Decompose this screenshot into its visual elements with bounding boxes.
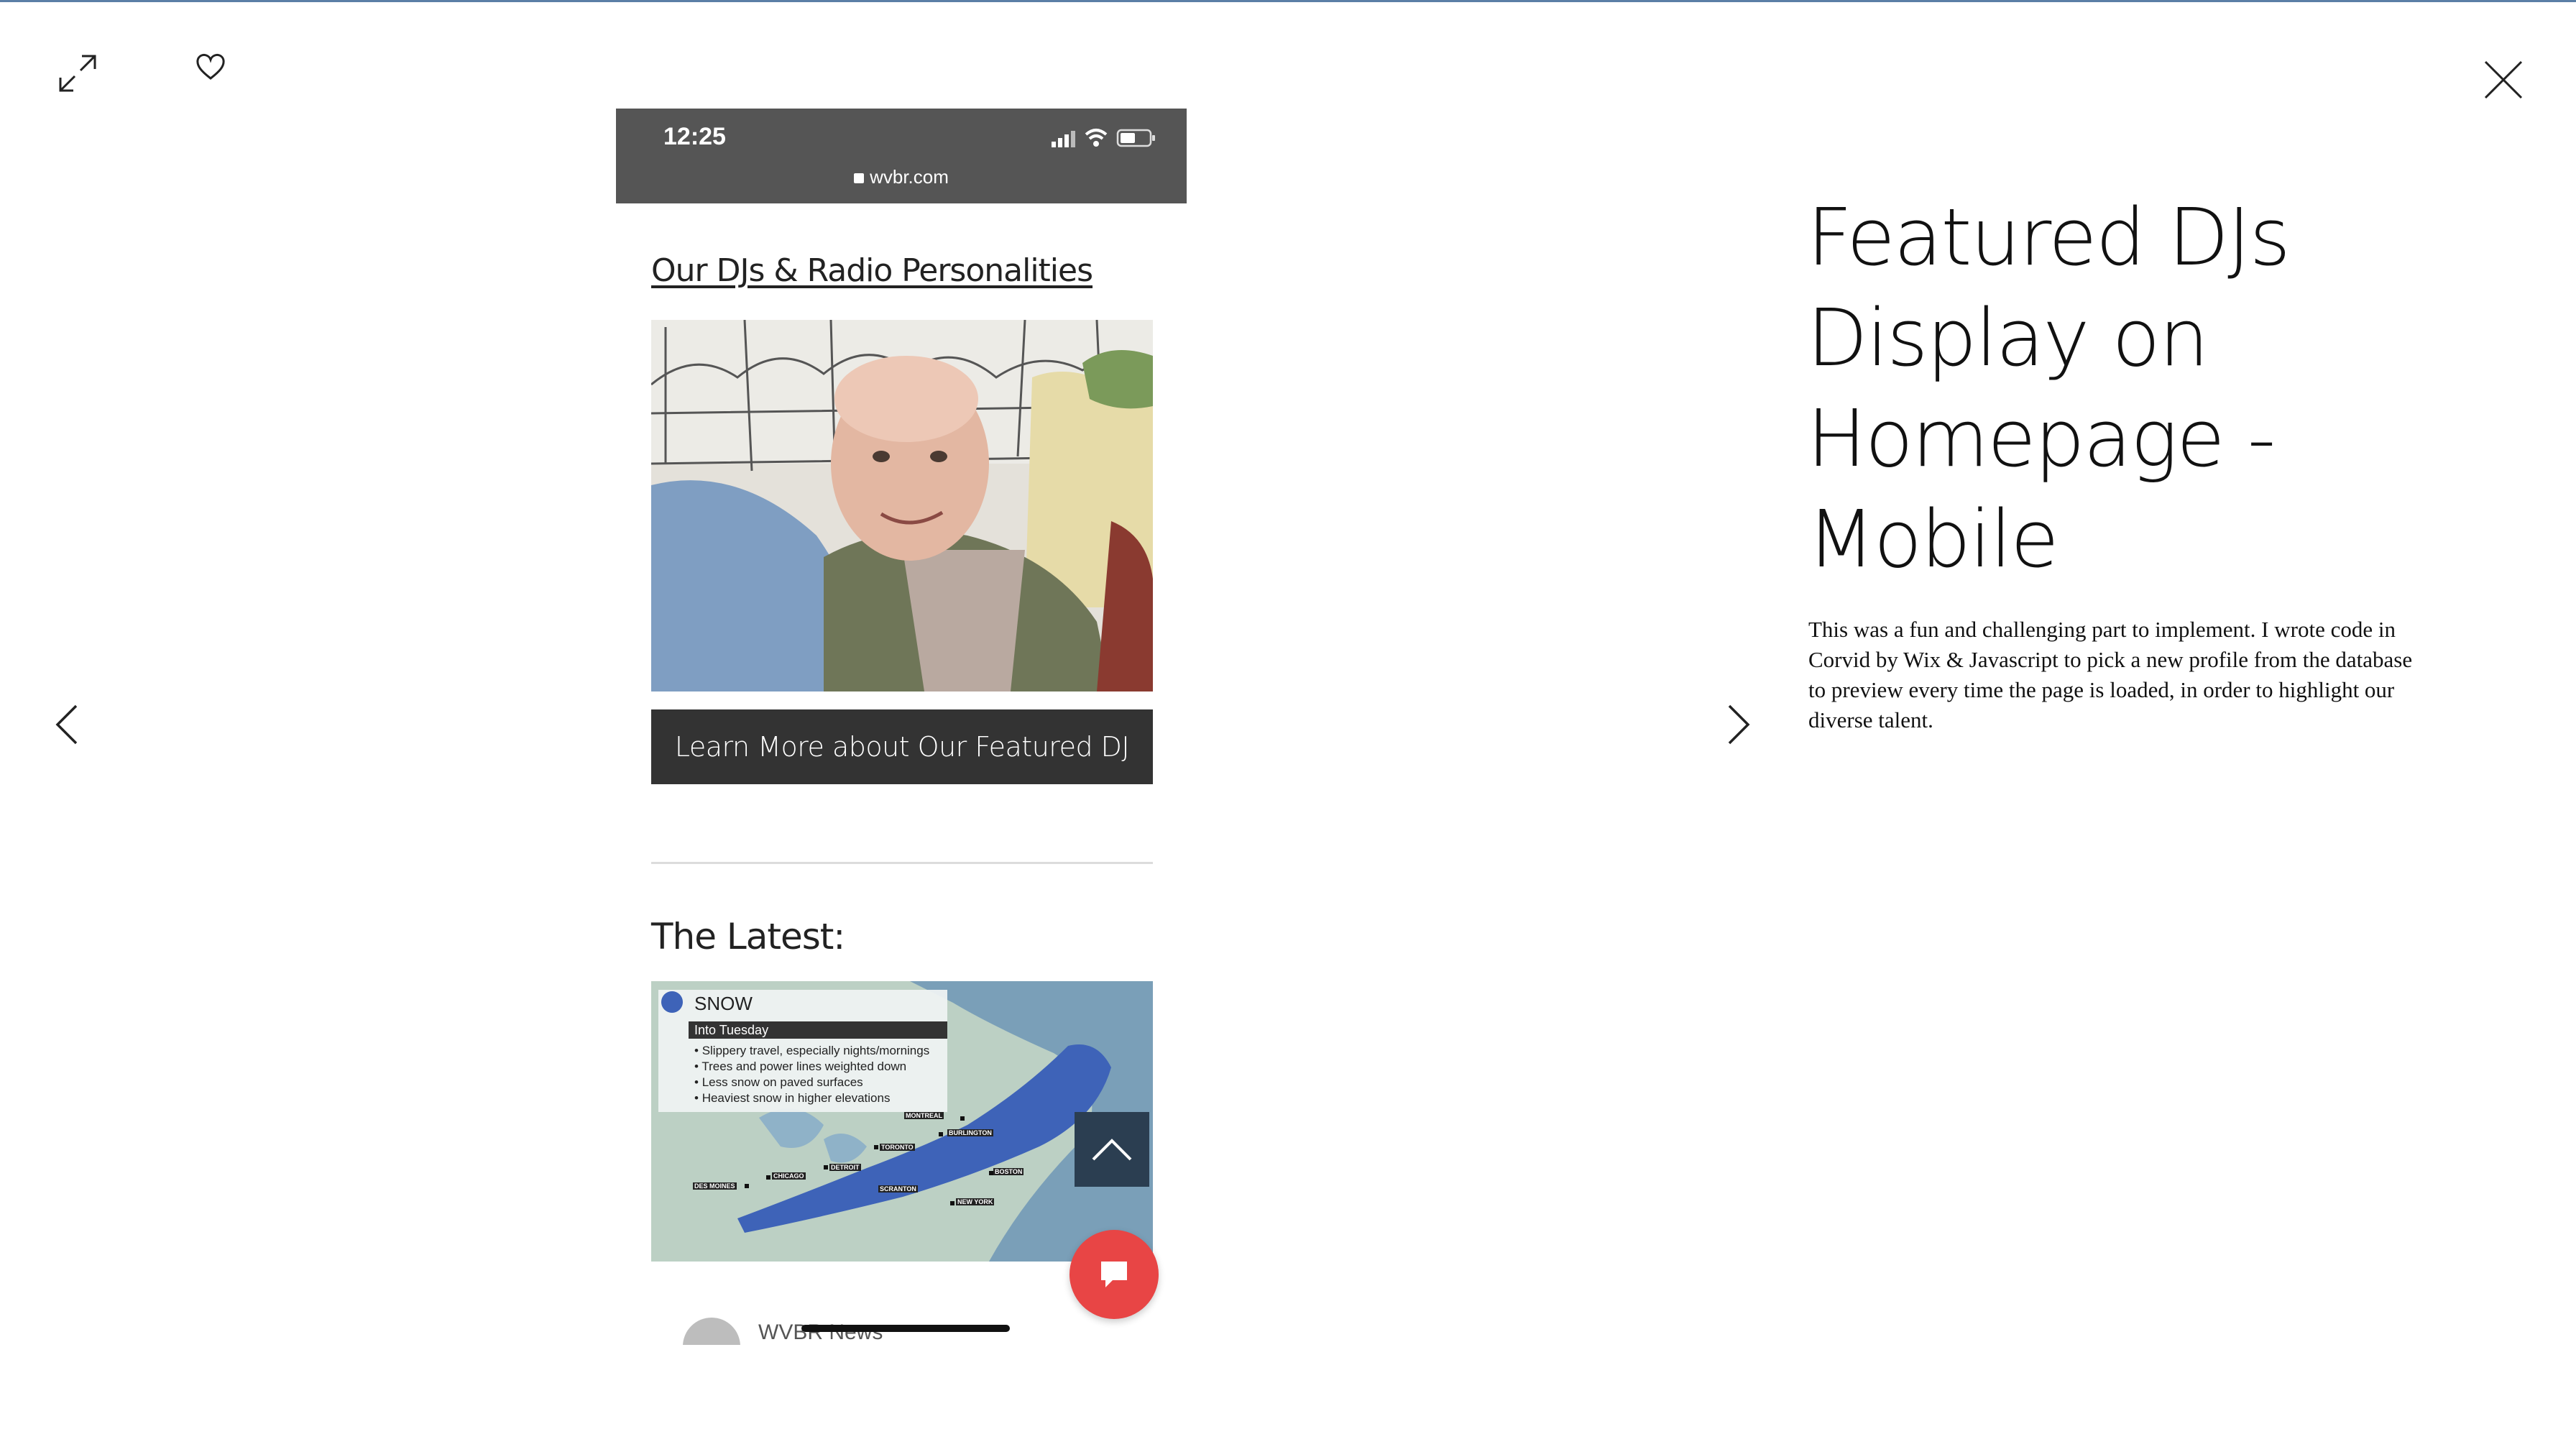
news-post-row[interactable]: WVBR News	[616, 1302, 1187, 1345]
project-description: This was a fun and challenging part to i…	[1808, 617, 2413, 732]
city-label: BURLINGTON	[947, 1129, 993, 1136]
snow-icon	[661, 991, 683, 1013]
mobile-screenshot: 12:25 wvbr.com Our DJs & Radio Personali…	[616, 109, 1187, 1345]
home-indicator	[801, 1325, 1010, 1332]
weather-bullet: • Heaviest snow in higher elevations	[694, 1091, 891, 1105]
learn-more-button[interactable]: Learn More about Our Featured DJ	[651, 709, 1153, 784]
lock-icon	[854, 173, 865, 183]
city-label: DES MOINES	[693, 1182, 737, 1190]
city-label: TORONTO	[880, 1144, 915, 1151]
city-label: CHICAGO	[772, 1172, 806, 1180]
weather-bullet: • Less snow on paved surfaces	[694, 1075, 863, 1089]
weather-subtitle: Into Tuesday	[694, 1023, 769, 1037]
featured-dj-photo	[651, 320, 1153, 691]
city-label: DETROIT	[829, 1164, 861, 1171]
expand-icon[interactable]	[56, 52, 99, 95]
status-icons	[1052, 129, 1155, 147]
status-bar: 12:25 wvbr.com	[616, 109, 1187, 203]
chevron-left-icon[interactable]	[45, 696, 88, 753]
weather-bullets: • Slippery travel, especially nights/mor…	[694, 1043, 929, 1106]
address-bar[interactable]: wvbr.com	[616, 166, 1187, 188]
heart-icon[interactable]	[196, 53, 226, 81]
avatar	[683, 1318, 740, 1345]
chat-bubble-icon	[1101, 1262, 1127, 1287]
city-label: MONTREAL	[904, 1112, 944, 1119]
djs-heading-link[interactable]: Our DJs & Radio Personalities	[651, 252, 1093, 289]
chevron-right-icon[interactable]	[1718, 696, 1761, 753]
city-label: BOSTON	[993, 1168, 1024, 1175]
section-divider	[651, 862, 1153, 864]
top-accent-line	[0, 0, 2576, 2]
project-title: Featured DJs Display on Homepage - Mobil…	[1807, 191, 2291, 585]
url-text: wvbr.com	[870, 166, 949, 188]
status-time: 12:25	[663, 123, 726, 150]
close-icon[interactable]	[2484, 60, 2523, 99]
weather-title: SNOW	[694, 993, 753, 1014]
latest-heading: The Latest:	[651, 916, 845, 957]
chevron-up-icon	[1092, 1139, 1132, 1161]
weather-bullet: • Trees and power lines weighted down	[694, 1060, 907, 1073]
city-label: SCRANTON	[878, 1185, 918, 1193]
scroll-to-top-button[interactable]	[1075, 1112, 1149, 1187]
weather-bullet: • Slippery travel, especially nights/mor…	[694, 1044, 930, 1057]
city-label: NEW YORK	[956, 1198, 995, 1205]
